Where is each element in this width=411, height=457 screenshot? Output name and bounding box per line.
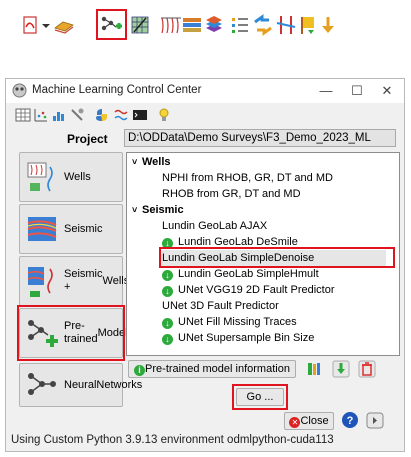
- seismic-wells-icon: [27, 267, 53, 297]
- go-button-highlight: [232, 384, 288, 410]
- sidebar-neural-networks-button[interactable]: Neural Networks: [19, 363, 142, 407]
- svg-text:?: ?: [347, 415, 354, 427]
- tree-item[interactable]: NPHI from RHOB, GR, DT and MD: [162, 170, 333, 186]
- attribute-list-icon[interactable]: [229, 14, 251, 36]
- help-icon[interactable]: ?: [341, 411, 359, 429]
- fault-grid-icon[interactable]: [129, 14, 151, 36]
- sidebar-neural-line2: Networks: [96, 378, 143, 391]
- download-check-icon: ↓: [162, 270, 173, 281]
- project-label: Project: [67, 132, 108, 146]
- horizon-layer-icon[interactable]: [53, 14, 75, 36]
- tree-item-label: UNet VGG19 2D Fault Predictor: [178, 284, 335, 296]
- expand-panel-icon[interactable]: [366, 412, 384, 429]
- project-path-field: D:\ODData\Demo Surveys\F3_Demo_2023_ML: [124, 129, 396, 147]
- tree-item-label: UNet Fill Missing Traces: [178, 316, 297, 328]
- sidebar-wells-label: Wells: [64, 170, 91, 183]
- close-window-button[interactable]: ✕: [375, 82, 399, 100]
- tree-group-seismic-label: Seismic: [142, 204, 184, 216]
- maximize-button[interactable]: ☐: [345, 82, 369, 100]
- minimize-button[interactable]: —: [314, 82, 338, 100]
- download-check-icon: ↓: [162, 334, 173, 345]
- histogram-icon[interactable]: [51, 107, 67, 123]
- tree-item[interactable]: UNet 3D Fault Predictor: [162, 298, 279, 314]
- collapse-caret-icon[interactable]: ˅: [132, 154, 142, 170]
- tree-item[interactable]: RHOB from GR, DT and MD: [162, 186, 301, 202]
- delete-model-icon[interactable]: [358, 360, 376, 378]
- python-icon[interactable]: [94, 107, 110, 123]
- seismic-icon: [27, 217, 57, 241]
- sidebar-neural-line1: Neural: [64, 378, 97, 391]
- window-title: Machine Learning Control Center: [32, 84, 202, 96]
- sidebar-seismic-button[interactable]: Seismic: [19, 204, 123, 254]
- arrow-down-icon[interactable]: [320, 14, 336, 36]
- trend-arrows-icon[interactable]: [252, 14, 274, 36]
- model-library-icon[interactable]: [306, 361, 322, 377]
- wave-script-icon[interactable]: [113, 107, 129, 123]
- terminal-icon[interactable]: [132, 107, 148, 123]
- settings-tool-icon[interactable]: [69, 107, 85, 123]
- tree-item[interactable]: ↓ UNet Fill Missing Traces: [162, 314, 297, 330]
- tree-group-wells[interactable]: ˅ Wells: [132, 154, 171, 170]
- sidebar-wells-button[interactable]: Wells: [19, 152, 123, 202]
- info-icon: i: [134, 365, 146, 376]
- ml-control-center-window: Machine Learning Control Center — ☐ ✕ Pr…: [5, 78, 405, 452]
- tree-item[interactable]: ↓ UNet Supersample Bin Size: [162, 330, 314, 346]
- crossplot-icon[interactable]: [33, 107, 49, 123]
- model-info-button[interactable]: i Pre-trained model information: [128, 360, 296, 378]
- sidebar-seismic-label: Seismic: [64, 222, 103, 235]
- sidebar-seismic-wells-button[interactable]: Seismic + Wells: [19, 256, 129, 306]
- tree-item[interactable]: Lundin GeoLab AJAX: [162, 218, 267, 234]
- volume-layers-icon[interactable]: [203, 14, 225, 36]
- status-bar: Using Custom Python 3.9.13 environment o…: [11, 434, 334, 446]
- tree-item[interactable]: ↓ Lundin GeoLab SimpleHmult: [162, 266, 319, 282]
- selected-model-highlight: [159, 247, 395, 268]
- table-icon[interactable]: [15, 107, 31, 123]
- wells-icon: [27, 162, 53, 192]
- pretrained-models-highlight: [17, 305, 125, 361]
- neural-networks-icon: [28, 373, 56, 395]
- fault-split-icon[interactable]: [275, 14, 297, 36]
- well-logs-icon[interactable]: [160, 14, 182, 36]
- title-bar: Machine Learning Control Center — ☐ ✕: [6, 79, 404, 103]
- download-check-icon: ↓: [162, 318, 173, 329]
- dropdown-arrow-icon[interactable]: [41, 14, 51, 36]
- tree-item-label: Lundin GeoLab SimpleHmult: [178, 268, 319, 280]
- sidebar-seismic-wells-line1: Seismic +: [64, 268, 103, 293]
- stratigraphy-icon[interactable]: [181, 14, 203, 36]
- tree-item[interactable]: ↓ UNet VGG19 2D Fault Predictor: [162, 282, 335, 298]
- tree-item-label: UNet Supersample Bin Size: [178, 332, 315, 344]
- ml-toolbar-highlight: [96, 9, 127, 40]
- download-check-icon: ↓: [162, 286, 173, 297]
- lightbulb-icon[interactable]: [156, 107, 172, 123]
- app-logo-icon: [12, 83, 27, 98]
- close-x-icon: ✕: [289, 417, 301, 428]
- pdf-export-icon[interactable]: [20, 14, 42, 36]
- model-info-label: Pre-trained model information: [145, 363, 290, 375]
- close-button[interactable]: ✕ Close: [284, 412, 334, 430]
- close-button-label: Close: [300, 415, 329, 427]
- tree-group-wells-label: Wells: [142, 156, 171, 168]
- flag-export-icon[interactable]: [298, 14, 320, 36]
- download-model-icon[interactable]: [332, 360, 350, 378]
- sidebar-seismic-wells-label: Seismic + Wells: [64, 257, 129, 305]
- collapse-caret-icon[interactable]: ˅: [132, 202, 142, 218]
- tree-group-seismic[interactable]: ˅ Seismic: [132, 202, 184, 218]
